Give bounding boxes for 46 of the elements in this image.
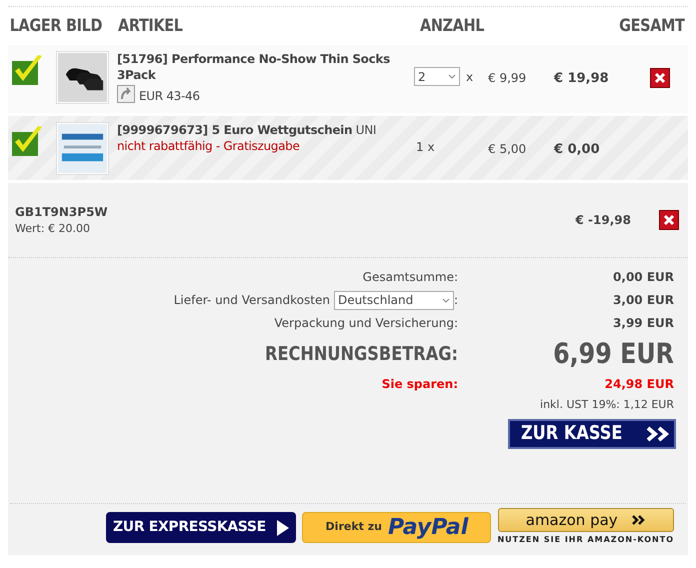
unit-price: € 9,99: [488, 70, 528, 87]
amazon-caption: NUTZEN SIE IHR AMAZON-KONTO: [497, 534, 674, 546]
invoice-total-value: 6,99 EUR: [552, 336, 674, 372]
shipping-label: Liefer- und Versandkosten: [174, 292, 330, 309]
checkout-button[interactable]: ZUR KASSE: [508, 418, 676, 448]
column-header: ARTIKEL: [118, 14, 184, 38]
double-chevron-icon: [646, 426, 672, 442]
country-select[interactable]: Deutschland: [334, 290, 454, 310]
subtotal-value: 0,00 EUR: [612, 269, 674, 286]
times-sign: x: [466, 68, 474, 86]
vat-note: inkl. UST 19%: 1,12 EUR: [540, 397, 674, 413]
close-icon: [654, 72, 666, 84]
coupon-code: GB1T9N3P5W: [15, 204, 108, 221]
line-total: € 19,98: [554, 70, 610, 88]
chevron-down-icon: [442, 298, 450, 302]
savings-label: Sie sparen:: [382, 376, 458, 393]
coupon-value: Wert: € 20.00: [15, 220, 92, 237]
shipping-value: 3,00 EUR: [612, 292, 674, 309]
play-icon: [276, 518, 290, 536]
swap-icon[interactable]: [117, 85, 135, 103]
column-header: GESAMT: [619, 14, 686, 38]
product-title: [51796] Performance No-Show Thin Socks 3Pack: [117, 51, 391, 83]
column-header: ANZAHL: [420, 14, 486, 38]
size-label: EUR 43-46: [139, 89, 200, 103]
packaging-value: 3,99 EUR: [612, 315, 674, 332]
amazon-pay-button[interactable]: amazon pay: [498, 508, 674, 532]
remove-button[interactable]: [650, 68, 670, 88]
line-total: € 0,00: [554, 141, 601, 159]
chevron-down-icon: [448, 74, 456, 79]
product-note: nicht rabattfähig - Gratiszugabe: [117, 138, 301, 154]
express-checkout-button[interactable]: ZUR EXPRESSKASSE: [106, 512, 296, 543]
column-header: BILD: [66, 14, 104, 38]
savings-value: 24,98 EUR: [604, 376, 674, 393]
quantity-select[interactable]: 2: [414, 67, 460, 86]
quantity-label: 1 x: [415, 139, 435, 156]
double-chevron-icon: [632, 515, 646, 525]
unit-price: € 5,00: [488, 141, 528, 158]
paypal-button[interactable]: Direkt zu PayPal: [302, 512, 492, 543]
invoice-total-label: RECHNUNGSBETRAG:: [265, 342, 458, 367]
close-icon: [663, 214, 675, 226]
colon: :: [454, 292, 458, 309]
remove-button[interactable]: [659, 210, 679, 230]
product-title: [9999679673] 5 Euro Wettgutschein UNI: [117, 122, 378, 138]
coupon-amount: € -19,98: [576, 212, 631, 229]
subtotal-label: Gesamtsumme:: [362, 269, 458, 286]
packaging-label: Verpackung und Versicherung:: [274, 315, 458, 332]
